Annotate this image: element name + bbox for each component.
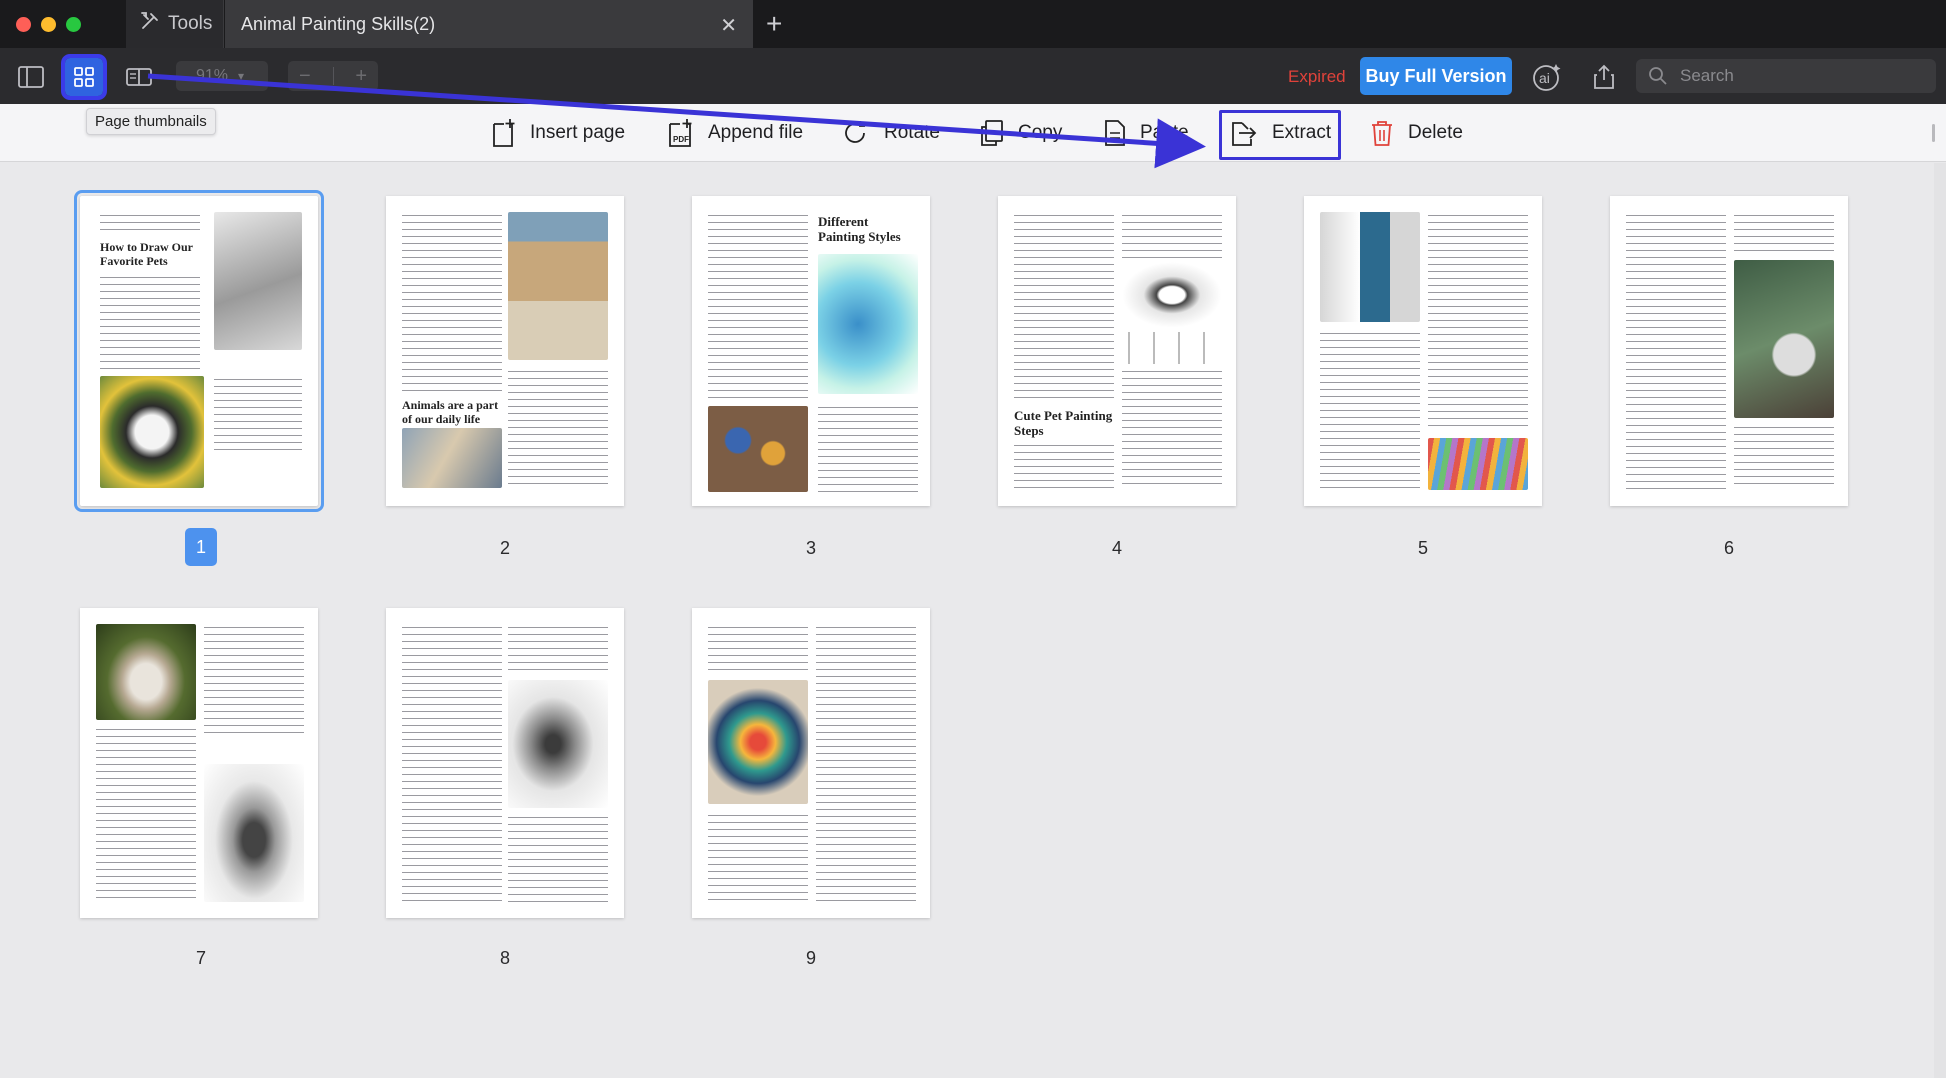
page-heading: Animals are a part of our daily life (402, 398, 499, 426)
page-heading: Cute Pet Painting Steps (1014, 408, 1113, 438)
reading-mode-button[interactable] (120, 58, 158, 96)
paste-button[interactable]: Paste (1104, 104, 1189, 162)
painting-desk-image (402, 428, 502, 488)
page-thumbnail-8[interactable] (386, 608, 624, 918)
page-number-2[interactable]: 2 (489, 538, 521, 559)
new-tab-button[interactable]: + (766, 8, 782, 40)
horse-sketch-image (508, 680, 608, 808)
trash-icon (1372, 121, 1392, 146)
page-thumbnail-1[interactable]: How to Draw Our Favorite Pets (74, 190, 324, 512)
dog-sketch-image (214, 212, 302, 350)
zoom-select[interactable]: 91% ▾ (176, 61, 268, 91)
svg-text:PDF: PDF (673, 135, 689, 144)
page-thumbnails-tooltip: Page thumbnails (86, 108, 216, 135)
page-thumbnail-5[interactable] (1304, 196, 1542, 506)
insert-page-button[interactable]: Insert page (492, 104, 625, 162)
delete-label: Delete (1408, 122, 1463, 143)
chevron-down-icon: ▾ (238, 69, 245, 83)
search-icon (1649, 67, 1667, 85)
colorful-animal-painting-image (708, 680, 808, 804)
rabbit-photo-image (96, 624, 196, 720)
close-tab-icon[interactable]: ✕ (720, 13, 737, 38)
page-thumbnails-button[interactable] (61, 54, 107, 100)
page-thumbnail-4[interactable]: Cute Pet Painting Steps (998, 196, 1236, 506)
append-file-label: Append file (708, 122, 804, 143)
tab-document[interactable]: Animal Painting Skills(2) ✕ (225, 0, 753, 48)
tab-document-title: Animal Painting Skills(2) (241, 13, 436, 34)
rotate-icon (845, 121, 865, 143)
insert-page-icon (493, 119, 515, 147)
page-number-1[interactable]: 1 (185, 528, 217, 566)
page-thumbnail-2[interactable]: Animals are a part of our daily life (386, 196, 624, 506)
page-number-3[interactable]: 3 (795, 538, 827, 559)
delete-button[interactable]: Delete (1370, 104, 1463, 162)
zoom-value: 91% (196, 67, 229, 84)
sidebar-toggle-button[interactable] (12, 58, 50, 96)
tab-tools-label: Tools (168, 13, 213, 34)
paint-pots-image (708, 406, 808, 492)
person-photo-image (1320, 212, 1420, 322)
brushes-palette-image (508, 212, 608, 360)
page-thumbnail-3[interactable]: Different Painting Styles (692, 196, 930, 506)
page-operations-bar: Insert page PDF Append file Rotate Copy … (0, 104, 1946, 162)
zoom-window-button[interactable] (66, 17, 81, 32)
append-file-button[interactable]: PDF Append file (668, 104, 803, 162)
dog-painting-image (100, 376, 204, 488)
ai-assistant-button[interactable]: ai (1528, 58, 1566, 96)
expired-label: Expired (1288, 67, 1346, 86)
close-window-button[interactable] (16, 17, 31, 32)
page-thumbnail-7[interactable] (80, 608, 318, 918)
svg-text:ai: ai (1539, 70, 1550, 86)
copy-button[interactable]: Copy (980, 104, 1062, 162)
zoom-controls: − + (288, 61, 378, 91)
zoom-divider (332, 67, 334, 85)
append-pdf-icon: PDF (669, 119, 692, 147)
page-thumbnail-6[interactable] (1610, 196, 1848, 506)
colored-pencils-image (1428, 438, 1528, 490)
main-toolbar: 91% ▾ − + Expired Buy Full Version ai (0, 48, 1946, 104)
page-number-7[interactable]: 7 (185, 948, 217, 969)
title-bar: Tools Animal Painting Skills(2) ✕ + (0, 0, 1946, 48)
extract-highlight-annotation (1219, 110, 1341, 160)
grid-icon (74, 67, 94, 87)
vertical-scrollbar[interactable] (1934, 163, 1946, 1078)
watercolor-image (818, 254, 918, 394)
page-number-5[interactable]: 5 (1407, 538, 1439, 559)
page-number-6[interactable]: 6 (1713, 538, 1745, 559)
zoom-in-icon[interactable]: + (355, 65, 367, 88)
page-thumbnail-grid: How to Draw Our Favorite Pets 1 Animals … (0, 163, 1930, 1078)
paste-label: Paste (1140, 122, 1189, 143)
share-button[interactable] (1585, 58, 1623, 96)
copy-label: Copy (1018, 122, 1063, 143)
minimize-window-button[interactable] (41, 17, 56, 32)
page-number-9[interactable]: 9 (795, 948, 827, 969)
corgi-sketch-image (1122, 262, 1222, 328)
ai-icon: ai (1533, 64, 1561, 91)
book-icon (126, 68, 152, 86)
plants-sketchbook-image (1734, 260, 1834, 418)
insert-page-label: Insert page (530, 122, 626, 143)
paste-icon (1105, 120, 1125, 146)
rotate-label: Rotate (884, 122, 940, 143)
panel-resize-handle[interactable] (1932, 124, 1935, 142)
zoom-out-icon[interactable]: − (299, 65, 311, 88)
tools-icon (140, 11, 160, 37)
buy-full-version-button[interactable]: Buy Full Version (1360, 57, 1512, 95)
sketch-steps-image (1122, 332, 1222, 364)
rotate-button[interactable]: Rotate (842, 104, 940, 162)
rabbit-sketch-image (204, 764, 304, 902)
page-thumbnail-9[interactable] (692, 608, 930, 918)
page-number-8[interactable]: 8 (489, 948, 521, 969)
search-box[interactable] (1636, 59, 1936, 93)
copy-icon (981, 120, 1003, 146)
tab-tools[interactable]: Tools (126, 0, 224, 48)
page-number-4[interactable]: 4 (1101, 538, 1133, 559)
sidebar-icon (18, 66, 44, 88)
share-icon (1594, 64, 1614, 89)
page-heading: How to Draw Our Favorite Pets (100, 240, 193, 268)
search-input[interactable] (1680, 66, 1920, 86)
page-heading: Different Painting Styles (818, 214, 901, 244)
